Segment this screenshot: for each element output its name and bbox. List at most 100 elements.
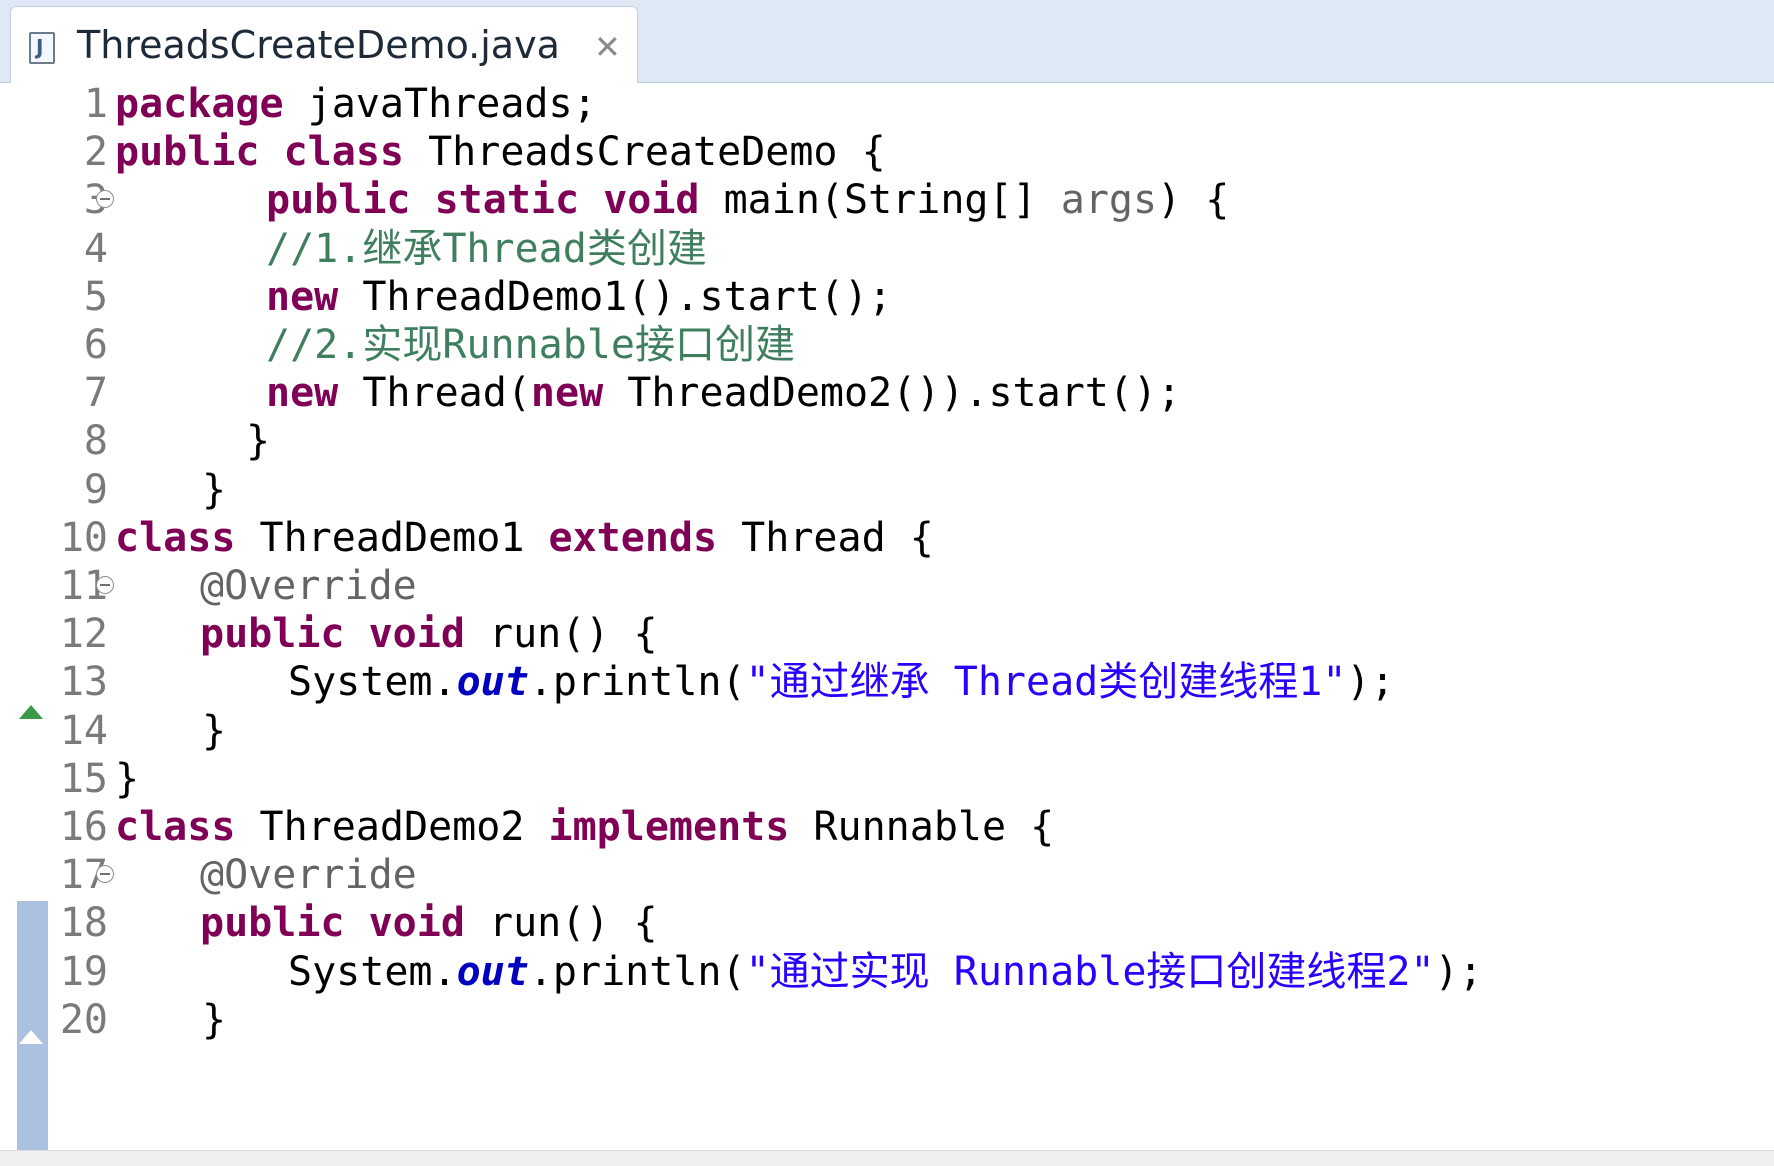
line-number: 15 (59, 755, 108, 802)
code-line[interactable]: 8} (10, 414, 1774, 468)
line-number: 2 (83, 129, 108, 176)
code-token: implements (548, 804, 790, 850)
code-token: run() { (464, 900, 658, 947)
code-token: out (456, 659, 529, 706)
code-line[interactable]: 16 class ThreadDemo2 implements Runnable … (10, 800, 1774, 854)
code-token: ThreadDemo1().start(); (338, 273, 893, 320)
line-number: 6 (83, 322, 108, 368)
code-line[interactable]: 17 @Override (10, 848, 1774, 902)
editor-tab-bar: J ThreadsCreateDemo.java ✕ (0, 0, 1774, 83)
code-line[interactable]: 4 //1.继承Thread类创建 (10, 222, 1774, 276)
code-text: //2.实现Runnable接口创建 (266, 318, 795, 372)
code-line[interactable]: 9} (10, 463, 1774, 517)
code-text: new ThreadDemo1().start(); (266, 270, 892, 324)
code-text: new Thread(new ThreadDemo2()).start(); (266, 366, 1181, 420)
code-line[interactable]: 12 public void run() { (10, 607, 1774, 661)
editor-tab-title: ThreadsCreateDemo.java (77, 23, 560, 67)
code-line[interactable]: 11 @Override (10, 559, 1774, 613)
line-number: 13 (59, 659, 108, 706)
code-token: new (266, 273, 339, 320)
line-number: 9 (83, 466, 108, 513)
fold-collapse-icon[interactable] (96, 576, 114, 594)
line-number: 7 (83, 370, 108, 417)
code-text: @Override (200, 559, 417, 613)
code-token: } (115, 755, 140, 802)
code-text: class ThreadDemo1 extends Thread { (115, 511, 934, 565)
code-token: System. (288, 659, 457, 706)
code-line[interactable]: 10 class ThreadDemo1 extends Thread { (10, 511, 1774, 565)
code-line[interactable]: 13 System.out.println("通过继承 Thread类创建线程1"… (10, 655, 1774, 709)
code-token: .println( (528, 659, 746, 706)
code-line[interactable]: 1 package javaThreads; (10, 83, 1774, 131)
code-token: Runnable (789, 804, 1031, 850)
code-editor[interactable]: 1 package javaThreads; 2 public class Threa… (10, 83, 1774, 1150)
horizontal-scrollbar[interactable] (0, 1150, 1774, 1166)
close-tab-icon[interactable]: ✕ (594, 27, 621, 67)
code-token: } (202, 707, 227, 754)
code-token: new (266, 370, 339, 417)
line-number: 1 (83, 83, 108, 127)
code-text: package javaThreads; (115, 83, 597, 131)
code-line[interactable]: 2 public class ThreadsCreateDemo { (10, 125, 1774, 179)
code-text: //1.继承Thread类创建 (266, 222, 707, 276)
code-token: { (1030, 804, 1055, 850)
fold-collapse-icon[interactable] (96, 865, 114, 884)
code-token: package (115, 83, 284, 127)
code-token: } (202, 466, 227, 513)
code-line[interactable]: 14} (10, 704, 1774, 758)
code-token: class (283, 129, 405, 176)
line-number: 8 (83, 418, 108, 465)
line-number: 19 (59, 948, 108, 995)
code-token: void (368, 900, 465, 947)
code-token: public (200, 611, 345, 658)
code-text: public void run() { (200, 607, 658, 661)
code-line[interactable]: 19 System.out.println("通过实现 Runnable接口创建线… (10, 945, 1774, 999)
code-text: @Override (200, 848, 417, 902)
code-text: } (202, 704, 226, 758)
code-text: } (202, 463, 226, 517)
line-number: 18 (59, 900, 108, 947)
code-token: Thread { (717, 514, 934, 561)
java-file-icon: J (29, 32, 55, 64)
code-token: void (603, 177, 700, 224)
code-token: System. (288, 948, 457, 995)
code-token: javaThreads; (283, 83, 597, 127)
code-token: static (434, 177, 580, 224)
code-token: public (266, 177, 411, 224)
line-number: 4 (83, 225, 108, 272)
code-token: main(String[] (699, 177, 1061, 224)
code-token: //1.继承Thread类创建 (266, 225, 707, 272)
code-text: public void run() { (200, 896, 658, 950)
code-token: args (1060, 177, 1158, 224)
line-number: 16 (59, 804, 108, 850)
code-token: Thread( (338, 370, 531, 417)
code-text: System.out.println("通过实现 Runnable接口创建线程2… (288, 945, 1483, 999)
code-token: ); (1346, 659, 1395, 706)
code-line[interactable]: 5 new ThreadDemo1().start(); (10, 270, 1774, 324)
editor-tab[interactable]: J ThreadsCreateDemo.java ✕ (10, 6, 638, 83)
code-text: System.out.println("通过继承 Thread类创建线程1"); (288, 655, 1395, 709)
code-line[interactable]: 20} (10, 993, 1774, 1047)
code-text: } (246, 414, 270, 468)
code-line[interactable]: 15} (10, 752, 1774, 806)
code-token: class (115, 514, 236, 561)
code-token: class (115, 804, 236, 850)
fold-collapse-icon[interactable] (96, 190, 114, 209)
code-line[interactable]: 6 //2.实现Runnable接口创建 (10, 318, 1774, 372)
code-token: ) { (1157, 177, 1230, 224)
code-line[interactable]: 7 new Thread(new ThreadDemo2()).start(); (10, 366, 1774, 420)
code-token: new (530, 370, 604, 417)
code-text: public static void main(String[] args) { (266, 173, 1229, 227)
code-line[interactable]: 18 public void run() { (10, 896, 1774, 950)
eclipse-editor-window: J ThreadsCreateDemo.java ✕ 1 package java… (0, 0, 1774, 1166)
code-token: ThreadDemo1 (235, 514, 549, 561)
code-text: } (202, 993, 226, 1047)
code-token: @Override (200, 563, 417, 609)
line-number: 14 (59, 707, 108, 754)
code-token: "通过继承 Thread类创建线程1" (745, 659, 1347, 706)
code-token: ThreadsCreateDemo { (404, 129, 886, 176)
code-line[interactable]: 3public static void main(String[] args) … (10, 173, 1774, 227)
